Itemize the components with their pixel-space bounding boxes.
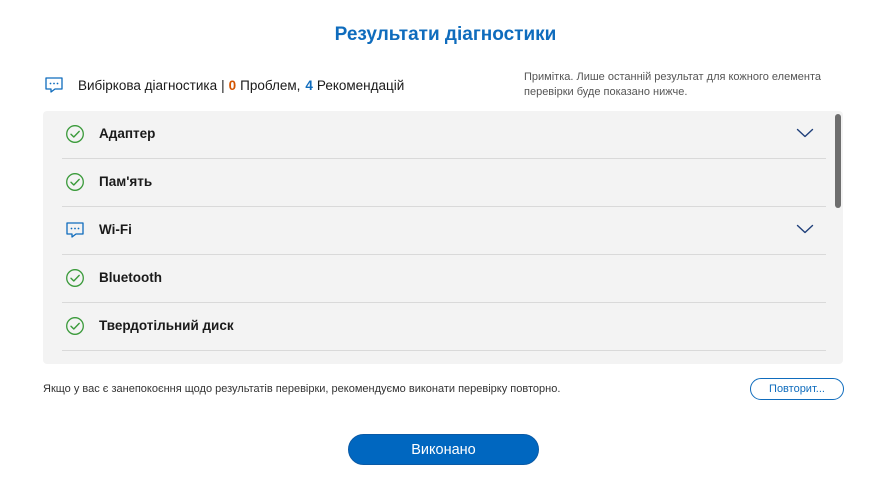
result-row: Bluetooth [62, 255, 826, 303]
result-row[interactable]: Адаптер [62, 111, 826, 159]
result-row: Твердотільний диск [62, 303, 826, 351]
check-circle-icon [65, 316, 85, 336]
scrollbar-thumb[interactable] [835, 114, 841, 208]
problems-count: 0 [228, 77, 237, 93]
check-circle-icon [65, 268, 85, 288]
page-title: Результати діагностики [334, 24, 557, 45]
diagnostics-results-page: Результати діагностики Вибіркова діагнос… [0, 0, 891, 498]
results-list: Адаптер Пам'ять Wi-Fi Bluetooth Твердотільни… [43, 111, 843, 364]
result-row: Пам'ять [62, 159, 826, 207]
check-circle-icon [65, 124, 85, 144]
summary-label: Вибіркова діагностика [78, 77, 218, 93]
result-row-label: Твердотільний диск [99, 318, 234, 333]
results-list-items: Адаптер Пам'ять Wi-Fi Bluetooth Твердотільни… [62, 111, 826, 351]
results-scrollbar[interactable] [835, 114, 841, 361]
chevron-down-icon[interactable] [796, 222, 814, 236]
diagnostics-summary: Вибіркова діагностика | 0 Проблем, 4 Рек… [44, 75, 404, 95]
result-row-label: Адаптер [99, 126, 156, 141]
retry-button[interactable]: Повторит... [750, 378, 844, 400]
done-button[interactable]: Виконано [348, 434, 539, 465]
problems-label: Проблем, [240, 77, 301, 93]
results-note: Примітка. Лише останній результат для ко… [524, 71, 821, 98]
result-row-label: Пам'ять [99, 174, 153, 189]
result-row-label: Bluetooth [99, 270, 162, 285]
recommendations-count: 4 [305, 77, 313, 93]
recommendations-label: Рекомендацій [316, 77, 405, 93]
chat-recommendation-icon [44, 75, 64, 95]
retest-hint: Якщо у вас є занепокоєння щодо результат… [43, 383, 561, 395]
result-row[interactable]: Wi-Fi [62, 207, 826, 255]
summary-separator: | [221, 77, 225, 93]
chat-recommendation-icon [65, 220, 85, 240]
check-circle-icon [65, 172, 85, 192]
result-row-label: Wi-Fi [99, 222, 132, 237]
chevron-down-icon[interactable] [796, 126, 814, 140]
